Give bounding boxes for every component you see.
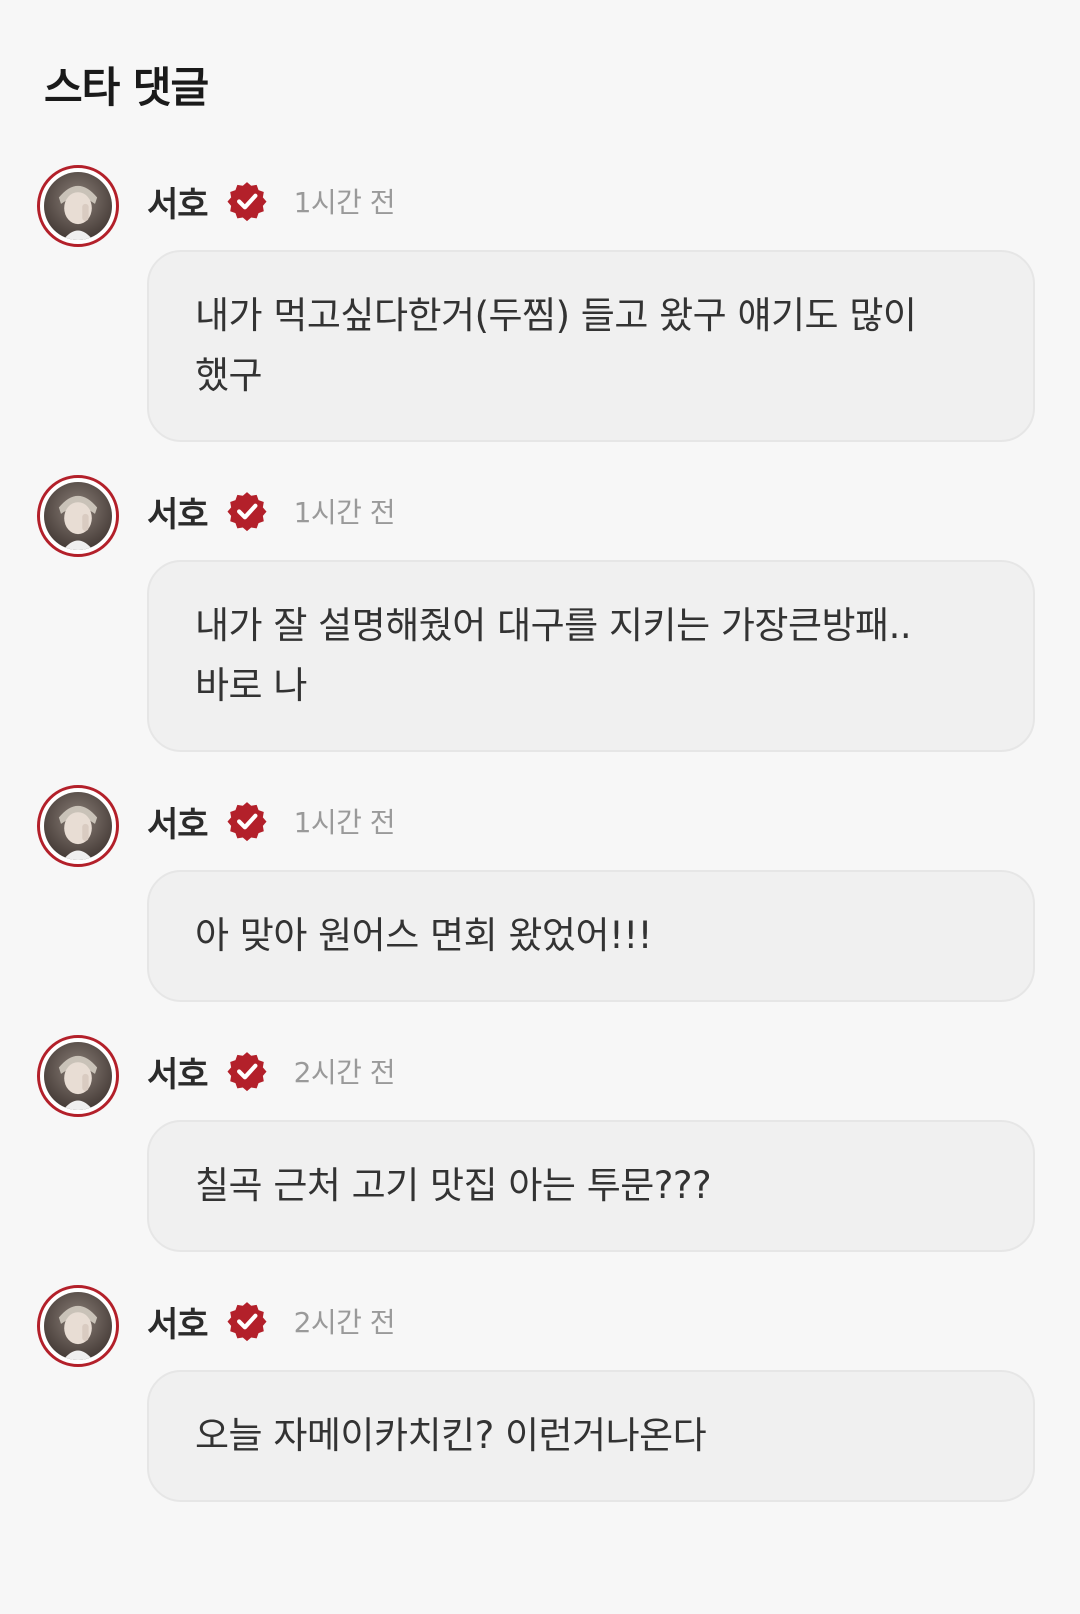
comment-header: 서호 2시간 전 xyxy=(147,1291,396,1351)
profile-photo-icon xyxy=(44,482,112,550)
avatar[interactable] xyxy=(37,785,119,867)
verified-badge-icon xyxy=(227,182,267,222)
star-comments-page: 스타 댓글 서호 1시간 전 내가 먹고싶다한거(두찜) 들고 왔구 얘기도 많… xyxy=(0,0,1080,1614)
comment-bubble: 오늘 자메이카치킨? 이런거나온다 xyxy=(147,1370,1035,1502)
author-name[interactable]: 서호 xyxy=(147,177,209,226)
profile-photo-icon xyxy=(44,172,112,240)
comment-time: 2시간 전 xyxy=(293,1306,396,1339)
author-name[interactable]: 서호 xyxy=(147,797,209,846)
comment-header: 서호 1시간 전 xyxy=(147,171,396,231)
verified-badge-icon xyxy=(227,802,267,842)
avatar[interactable] xyxy=(37,1035,119,1117)
verified-badge-icon xyxy=(227,492,267,532)
avatar[interactable] xyxy=(37,475,119,557)
profile-photo-icon xyxy=(44,792,112,860)
comment-bubble: 내가 먹고싶다한거(두찜) 들고 왔구 얘기도 많이 했구 xyxy=(147,250,1035,442)
comment-bubble: 아 맞아 원어스 면회 왔었어!!! xyxy=(147,870,1035,1002)
section-title: 스타 댓글 xyxy=(44,63,209,112)
comment-bubble: 내가 잘 설명해줬어 대구를 지키는 가장큰방패.. 바로 나 xyxy=(147,560,1035,752)
comment-header: 서호 1시간 전 xyxy=(147,791,396,851)
profile-photo-icon xyxy=(44,1042,112,1110)
author-name[interactable]: 서호 xyxy=(147,487,209,536)
profile-photo-icon xyxy=(44,1292,112,1360)
comment-time: 2시간 전 xyxy=(293,1056,396,1089)
verified-badge-icon xyxy=(227,1052,267,1092)
avatar[interactable] xyxy=(37,1285,119,1367)
comment-time: 1시간 전 xyxy=(293,496,396,529)
comment-bubble: 칠곡 근처 고기 맛집 아는 투문??? xyxy=(147,1120,1035,1252)
verified-badge-icon xyxy=(227,1302,267,1342)
avatar[interactable] xyxy=(37,165,119,247)
comment-time: 1시간 전 xyxy=(293,806,396,839)
author-name[interactable]: 서호 xyxy=(147,1297,209,1346)
comment-header: 서호 2시간 전 xyxy=(147,1041,396,1101)
comment-header: 서호 1시간 전 xyxy=(147,481,396,541)
comment-time: 1시간 전 xyxy=(293,186,396,219)
author-name[interactable]: 서호 xyxy=(147,1047,209,1096)
